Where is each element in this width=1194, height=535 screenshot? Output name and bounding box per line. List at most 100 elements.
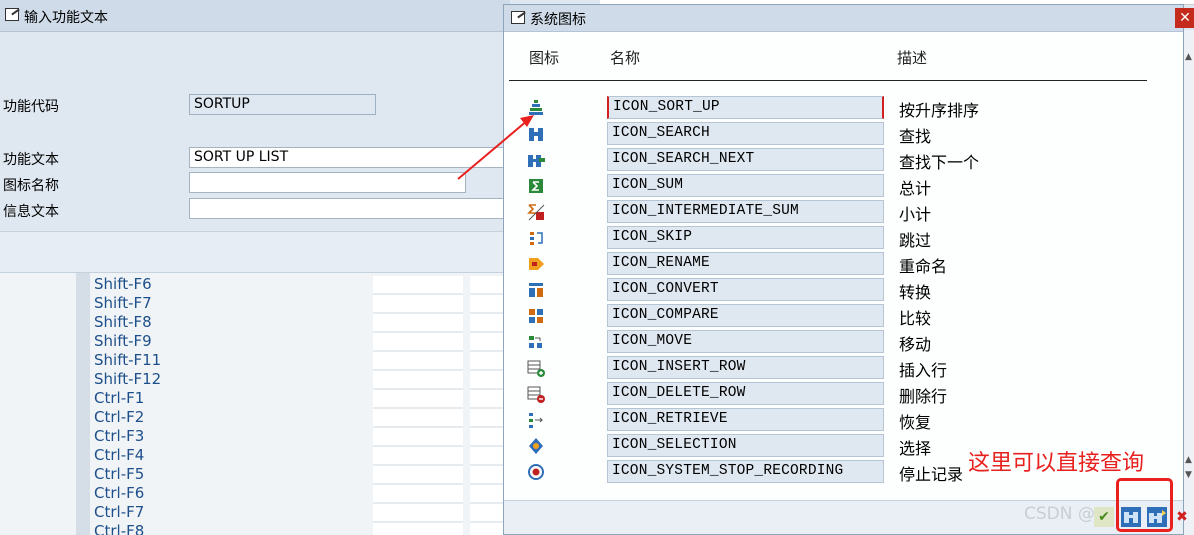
icon-name-cell[interactable]: ICON_RENAME [607,252,884,275]
icon-name-cell[interactable]: ICON_INTERMEDIATE_SUM [607,200,884,223]
icon-name-cell[interactable]: ICON_CONVERT [607,278,884,301]
delete-row-icon [527,386,545,403]
convert-icon [529,283,543,297]
icon-list-row[interactable]: ICON_SEARCH 查找 [504,121,1185,147]
icon-list-row[interactable]: ICON_INSERT_ROW 插入行 [504,355,1185,381]
icon-name-field[interactable] [189,172,466,193]
skip-icon [530,232,543,245]
icon-list-row[interactable]: ICON_SKIP 跳过 [504,225,1185,251]
icon-name-cell[interactable]: ICON_SUM [607,174,884,197]
sum-icon [529,179,543,193]
icon-list-row[interactable]: ICON_SEARCH_NEXT 查找下一个 [504,147,1185,173]
icon-description-cell: 总计 [899,179,932,198]
scroll-up-icon[interactable]: ▲ [1185,52,1192,62]
function-key-item[interactable]: Ctrl-F6 [90,484,370,503]
key-table-selector-column [76,273,90,535]
popup-title: 系统图标 [530,12,586,28]
function-code-label: 功能代码 [3,99,59,115]
function-key-list: Shift-F6 Shift-F7 Shift-F8 Shift-F9 Shift-F1… [90,275,370,535]
scroll-down-icon[interactable]: ▼ [1185,470,1192,480]
icon-name-cell[interactable]: ICON_SEARCH_NEXT [607,148,884,171]
icon-description-cell: 比较 [899,309,932,328]
icon-name-cell[interactable]: ICON_INSERT_ROW [607,356,884,379]
icon-list-row[interactable]: ICON_SORT_UP 按升序排序 [504,95,1185,121]
cancel-button[interactable]: ✖ [1172,507,1192,527]
icon-list-row[interactable]: ICON_INTERMEDIATE_SUM 小计 [504,199,1185,225]
intermediate-sum-icon [527,204,545,221]
confirm-icon: ✔ [1098,509,1110,525]
edit-icon [511,11,525,24]
icon-name-cell[interactable]: ICON_DELETE_ROW [607,382,884,405]
function-key-item[interactable]: Ctrl-F4 [90,446,370,465]
icon-list-row[interactable]: ICON_SUM 总计 [504,173,1185,199]
key-table-column [373,276,463,535]
header-underline [509,80,1147,81]
icon-description-cell: 查找下一个 [899,153,980,172]
sort-up-icon [529,100,543,115]
icon-name-cell[interactable]: ICON_MOVE [607,330,884,353]
background-dialog-titlebar: 输入功能文本 [0,0,510,32]
icon-description-cell: 停止记录 [899,465,964,484]
icon-description-cell: 小计 [899,205,932,224]
icon-description-cell: 重命名 [899,257,948,276]
icon-description-cell: 删除行 [899,387,948,406]
compare-icon [529,309,543,323]
confirm-button[interactable]: ✔ [1094,507,1114,527]
info-text-field[interactable] [189,198,509,219]
icon-description-cell: 插入行 [899,361,948,380]
icon-list-row[interactable]: ICON_MOVE 移动 [504,329,1185,355]
function-key-item[interactable]: Shift-F11 [90,351,370,370]
header-description: 描述 [897,49,928,67]
key-table-column [470,276,503,535]
function-key-item[interactable]: Ctrl-F7 [90,503,370,522]
icon-description-cell: 选择 [899,439,932,458]
icon-description-cell: 恢复 [899,413,932,432]
stop-recording-icon [528,464,544,480]
function-key-item[interactable]: Ctrl-F8 [90,522,370,535]
function-key-item[interactable]: Shift-F6 [90,275,370,294]
close-icon: ✕ [1179,10,1191,26]
icon-name-cell[interactable]: ICON_RETRIEVE [607,408,884,431]
icon-list-row[interactable]: ICON_COMPARE 比较 [504,303,1185,329]
close-button[interactable]: ✕ [1175,8,1194,28]
function-text-field[interactable]: SORT UP LIST [189,147,509,168]
function-key-item[interactable]: Shift-F12 [90,370,370,389]
function-key-item[interactable]: Ctrl-F2 [90,408,370,427]
icon-list-row[interactable]: ICON_CONVERT 转换 [504,277,1185,303]
icon-name-cell[interactable]: ICON_COMPARE [607,304,884,327]
function-key-item[interactable]: Shift-F7 [90,294,370,313]
retrieve-icon [529,413,544,428]
icon-name-cell[interactable]: ICON_SYSTEM_STOP_RECORDING [607,460,884,483]
function-key-item[interactable]: Ctrl-F3 [90,427,370,446]
selection-icon [529,438,543,454]
header-name: 名称 [610,49,641,67]
function-key-item[interactable]: Ctrl-F1 [90,389,370,408]
annotation-highlight-box [1116,478,1173,532]
search-next-icon [528,155,545,167]
move-icon [529,336,542,348]
scroll-up-icon[interactable]: ▲ [1185,455,1192,465]
icon-list-row[interactable]: ICON_DELETE_ROW 删除行 [504,381,1185,407]
function-key-item[interactable]: Ctrl-F5 [90,465,370,484]
icon-list-row[interactable]: ICON_RENAME 重命名 [504,251,1185,277]
function-key-item[interactable]: Shift-F9 [90,332,370,351]
icon-name-cell[interactable]: ICON_SORT_UP [607,96,884,119]
icon-name-cell[interactable]: ICON_SELECTION [607,434,884,457]
annotation-text: 这里可以直接查询 [968,451,1145,476]
section-divider [0,231,510,273]
icon-list-row[interactable]: ICON_RETRIEVE 恢复 [504,407,1185,433]
icon-name-cell[interactable]: ICON_SKIP [607,226,884,249]
icon-name-label: 图标名称 [3,178,59,194]
function-key-item[interactable]: Shift-F8 [90,313,370,332]
info-text-label: 信息文本 [3,204,59,220]
background-dialog-title: 输入功能文本 [24,10,108,26]
icon-name-cell[interactable]: ICON_SEARCH [607,122,884,145]
header-icon: 图标 [529,49,560,67]
icon-description-cell: 按升序排序 [899,101,980,120]
icon-description-cell: 移动 [899,335,932,354]
edit-icon [5,8,19,21]
insert-row-icon [527,360,545,377]
watermark: CSDN @ [1024,504,1095,524]
scrollbar[interactable]: ▲ ▲ ▼ [1184,30,1194,535]
icon-description-cell: 跳过 [899,231,932,250]
